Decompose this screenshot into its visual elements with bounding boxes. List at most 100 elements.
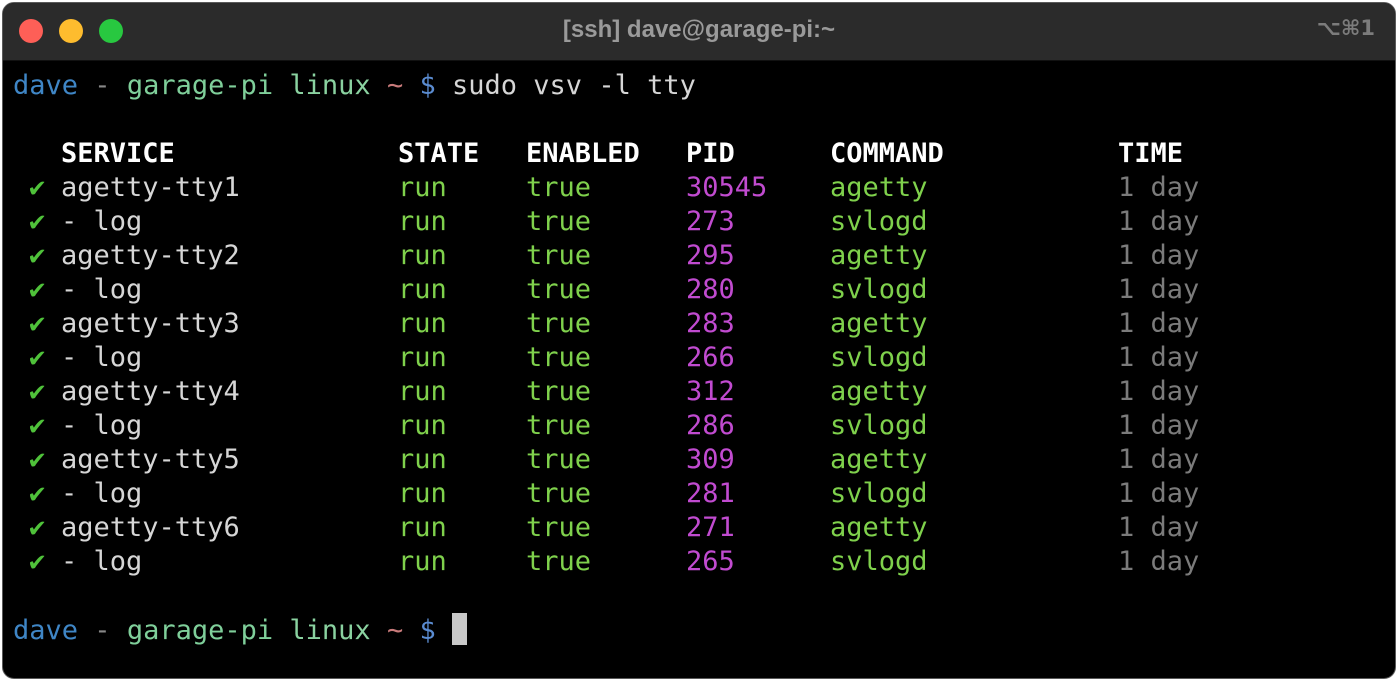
cell-service: agetty-tty6 [61, 512, 240, 543]
cell-state: run [398, 274, 447, 305]
cell-state: run [398, 410, 447, 441]
table-row: ✔ agetty-tty6 run true 271 agetty 1 day [13, 511, 1199, 545]
cell-service: agetty-tty5 [61, 444, 240, 475]
cell-time: 1 day [1118, 206, 1200, 237]
prompt-separator: - [94, 615, 111, 646]
header-state: STATE [398, 138, 480, 169]
cell-state: run [398, 342, 447, 373]
status-check-icon: ✔ [29, 410, 46, 441]
window-title: [ssh] dave@garage-pi:~ [562, 16, 836, 43]
cell-state: run [398, 546, 447, 577]
cell-command: svlogd [830, 478, 928, 509]
cell-enabled: true [526, 172, 592, 203]
prompt-host: garage-pi [126, 615, 274, 646]
cell-time: 1 day [1118, 410, 1200, 441]
cell-enabled: true [526, 512, 592, 543]
prompt-symbol: $ [419, 615, 436, 646]
table-row: ✔ agetty-tty5 run true 309 agetty 1 day [13, 443, 1199, 477]
cell-time: 1 day [1118, 478, 1200, 509]
cell-pid: 265 [686, 546, 735, 577]
status-check-icon: ✔ [29, 444, 46, 475]
cell-state: run [398, 172, 447, 203]
cell-service: agetty-tty2 [61, 240, 240, 271]
cell-enabled: true [526, 478, 592, 509]
prompt-user: dave [13, 70, 79, 101]
cell-service: - log [61, 546, 143, 577]
table-row: ✔ agetty-tty3 run true 283 agetty 1 day [13, 307, 1199, 341]
cell-service: - log [61, 342, 143, 373]
cell-time: 1 day [1118, 172, 1200, 203]
cell-state: run [398, 376, 447, 407]
cell-command: svlogd [830, 546, 928, 577]
status-check-icon: ✔ [29, 240, 46, 271]
prompt-cwd: ~ [386, 615, 404, 646]
cell-time: 1 day [1118, 342, 1200, 373]
cell-service: - log [61, 206, 143, 237]
status-check-icon: ✔ [29, 342, 46, 373]
prompt-separator: - [94, 70, 111, 101]
prompt-os: linux [289, 70, 371, 101]
cell-command: svlogd [830, 342, 928, 373]
prompt-host: garage-pi [126, 70, 274, 101]
table-row: ✔ - log run true 265 svlogd 1 day [13, 545, 1199, 579]
cell-state: run [398, 512, 447, 543]
status-check-icon: ✔ [29, 274, 46, 305]
text-cursor[interactable] [452, 613, 468, 645]
cell-enabled: true [526, 274, 592, 305]
table-row: ✔ - log run true 273 svlogd 1 day [13, 205, 1199, 239]
cell-enabled: true [526, 240, 592, 271]
cell-enabled: true [526, 308, 592, 339]
cell-pid: 280 [686, 274, 735, 305]
table-row: ✔ - log run true 281 svlogd 1 day [13, 477, 1199, 511]
terminal-window: [ssh] dave@garage-pi:~ ⌥⌘1 dave - garage… [2, 2, 1396, 679]
cell-pid: 273 [686, 206, 735, 237]
cell-pid: 281 [686, 478, 735, 509]
cell-pid: 283 [686, 308, 735, 339]
cell-time: 1 day [1118, 546, 1200, 577]
cell-time: 1 day [1118, 240, 1200, 271]
header-command: COMMAND [830, 138, 944, 169]
cell-pid: 295 [686, 240, 735, 271]
active-prompt-line[interactable]: dave - garage-pi linux ~ $ [13, 613, 696, 647]
cell-service: agetty-tty3 [61, 308, 240, 339]
title-bar[interactable]: [ssh] dave@garage-pi:~ ⌥⌘1 [3, 3, 1395, 61]
cell-service: - log [61, 410, 143, 441]
cell-enabled: true [526, 444, 592, 475]
terminal-output[interactable]: dave - garage-pi linux ~ $ sudo vsv -l t… [13, 69, 1199, 647]
cell-pid: 271 [686, 512, 735, 543]
header-pid: PID [686, 138, 735, 169]
cell-command: agetty [830, 376, 928, 407]
cell-service: - log [61, 478, 143, 509]
table-row: ✔ agetty-tty2 run true 295 agetty 1 day [13, 239, 1199, 273]
cell-pid: 286 [686, 410, 735, 441]
status-check-icon: ✔ [29, 478, 46, 509]
cell-state: run [398, 478, 447, 509]
cell-command: svlogd [830, 274, 928, 305]
table-row: ✔ - log run true 266 svlogd 1 day [13, 341, 1199, 375]
prompt-cwd: ~ [386, 70, 404, 101]
cell-pid: 309 [686, 444, 735, 475]
cell-command: agetty [830, 308, 928, 339]
cell-enabled: true [526, 376, 592, 407]
cell-command: svlogd [830, 206, 928, 237]
cell-enabled: true [526, 410, 592, 441]
cell-pid: 266 [686, 342, 735, 373]
cell-time: 1 day [1118, 376, 1200, 407]
header-time: TIME [1118, 138, 1184, 169]
cell-time: 1 day [1118, 308, 1200, 339]
status-check-icon: ✔ [29, 512, 46, 543]
command-prompt-line: dave - garage-pi linux ~ $ sudo vsv -l t… [13, 69, 696, 103]
cell-state: run [398, 240, 447, 271]
status-check-icon: ✔ [29, 206, 46, 237]
cell-state: run [398, 308, 447, 339]
status-check-icon: ✔ [29, 546, 46, 577]
cell-enabled: true [526, 206, 592, 237]
cell-command: svlogd [830, 410, 928, 441]
entered-command: sudo vsv -l tty [452, 70, 696, 101]
cell-command: agetty [830, 512, 928, 543]
prompt-symbol: $ [419, 70, 436, 101]
table-row: ✔ - log run true 286 svlogd 1 day [13, 409, 1199, 443]
prompt-os: linux [289, 615, 371, 646]
